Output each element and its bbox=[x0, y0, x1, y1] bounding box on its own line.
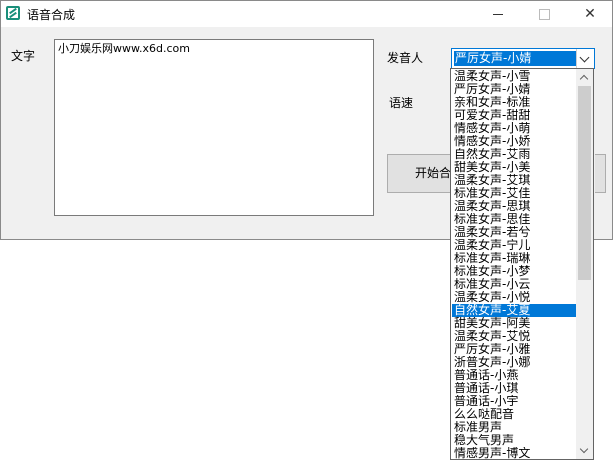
dropdown-option[interactable]: 温柔女声-宁儿 bbox=[452, 239, 577, 252]
speaker-label: 发音人 bbox=[387, 51, 424, 65]
dropdown-option[interactable]: 温柔女声-艾悦 bbox=[452, 330, 577, 343]
dropdown-option[interactable]: 普通话-小宇 bbox=[452, 395, 577, 408]
dropdown-option[interactable]: 甜美女声-阿美 bbox=[452, 317, 577, 330]
minimize-button[interactable] bbox=[475, 1, 521, 27]
dropdown-option[interactable]: 可爱女声-甜甜 bbox=[452, 109, 577, 122]
dropdown-option[interactable]: 标准女声-思佳 bbox=[452, 213, 577, 226]
dropdown-option[interactable]: 标准女声-瑞琳 bbox=[452, 252, 577, 265]
dropdown-option[interactable]: 温柔女声-思琪 bbox=[452, 200, 577, 213]
speed-label: 语速 bbox=[389, 96, 414, 110]
dropdown-option[interactable]: 普通话-小琪 bbox=[452, 382, 577, 395]
window-title: 语音合成 bbox=[27, 8, 76, 22]
close-button[interactable]: ✕ bbox=[567, 1, 613, 27]
dropdown-option[interactable]: 温柔女声-若兮 bbox=[452, 226, 577, 239]
dropdown-option[interactable]: 亲和女声-标准 bbox=[452, 96, 577, 109]
maximize-icon bbox=[538, 9, 550, 20]
dropdown-option[interactable]: 标准女声-小梦 bbox=[452, 265, 577, 278]
dropdown-option[interactable]: 甜美女声-小美 bbox=[452, 161, 577, 174]
maximize-button bbox=[521, 1, 567, 27]
chevron-down-icon bbox=[579, 444, 589, 454]
dropdown-option[interactable]: 自然女声-艾雨 bbox=[452, 148, 577, 161]
scrollbar-thumb[interactable] bbox=[578, 86, 591, 280]
dropdown-toggle-button[interactable] bbox=[576, 49, 594, 68]
speaker-selected-value: 严厉女声-小婧 bbox=[454, 51, 577, 66]
dropdown-option[interactable]: 稳大气男声 bbox=[452, 434, 577, 447]
dropdown-option[interactable]: 浙普女声-小娜 bbox=[452, 356, 577, 369]
dropdown-option[interactable]: 自然女声-艾夏 bbox=[452, 304, 577, 317]
start-synthesis-button-edge[interactable] bbox=[595, 154, 606, 193]
dropdown-option[interactable]: 情感女声-小娇 bbox=[452, 135, 577, 148]
chevron-up-icon bbox=[579, 74, 589, 84]
speaker-select[interactable]: 严厉女声-小婧 bbox=[451, 48, 595, 69]
dropdown-option[interactable]: 温柔女声-小雪 bbox=[452, 70, 577, 83]
dropdown-option[interactable]: 温柔女声-艾琪 bbox=[452, 174, 577, 187]
dropdown-option[interactable]: 普通话-小燕 bbox=[452, 369, 577, 382]
dropdown-option[interactable]: 温柔女声-小悦 bbox=[452, 291, 577, 304]
close-icon: ✕ bbox=[584, 6, 596, 22]
start-synthesis-button[interactable]: 开始合成 bbox=[387, 154, 457, 193]
minimize-icon bbox=[493, 14, 503, 15]
scroll-up-button[interactable] bbox=[576, 69, 593, 86]
text-label: 文字 bbox=[11, 49, 36, 63]
text-input[interactable]: 小刀娱乐网www.x6d.com bbox=[54, 39, 374, 216]
dropdown-option[interactable]: 标准女声-小云 bbox=[452, 278, 577, 291]
dropdown-option[interactable]: 标准男声 bbox=[452, 421, 577, 434]
app-logo-icon bbox=[6, 6, 20, 20]
dropdown-scrollbar[interactable] bbox=[576, 69, 593, 459]
dropdown-option[interactable]: 严厉女声-小婧 bbox=[452, 83, 577, 96]
dropdown-option[interactable]: 标准女声-艾佳 bbox=[452, 187, 577, 200]
chevron-down-icon bbox=[579, 52, 590, 63]
dropdown-option[interactable]: 情感女声-小萌 bbox=[452, 122, 577, 135]
dropdown-option[interactable]: 么么哒配音 bbox=[452, 408, 577, 421]
title-bar[interactable]: 语音合成 ✕ bbox=[1, 1, 612, 27]
speaker-dropdown-list[interactable]: 温柔女声-小雪 严厉女声-小婧 亲和女声-标准 可爱女声-甜甜 情感女声-小萌 情感女声-… bbox=[450, 68, 594, 460]
dropdown-option[interactable]: 严厉女声-小雅 bbox=[452, 343, 577, 356]
scroll-down-button[interactable] bbox=[576, 442, 593, 459]
dropdown-option[interactable]: 情感男声-博文 bbox=[452, 447, 577, 459]
